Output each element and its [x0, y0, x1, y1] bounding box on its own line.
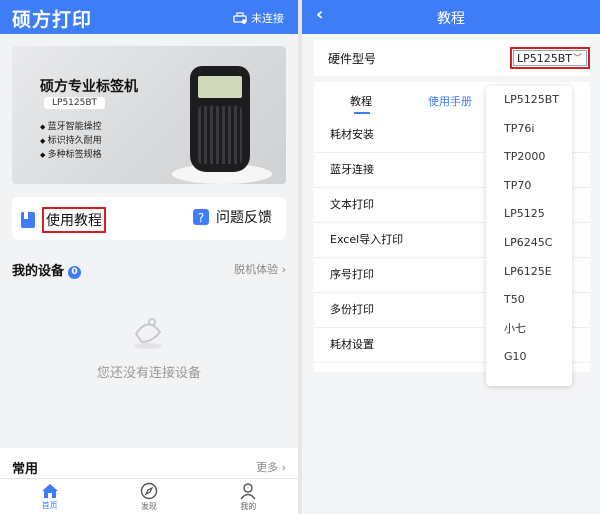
dropdown-option[interactable]: TP2000	[486, 143, 572, 172]
offline-mode-link[interactable]: 脱机体验 ›	[234, 261, 286, 277]
connection-status[interactable]: 未连接	[233, 10, 284, 26]
tutorial-label: 使用教程	[42, 207, 106, 233]
dropdown-option[interactable]: 小七	[486, 315, 572, 344]
hardware-model-value: LP5125BT	[517, 52, 573, 65]
dropdown-option[interactable]: G10	[486, 343, 572, 372]
user-icon	[240, 482, 256, 499]
hardware-model-row: 硬件型号 LP5125BT ﹀	[314, 40, 590, 76]
svg-text:?: ?	[198, 211, 204, 225]
printer-keys	[198, 106, 242, 164]
hardware-model-label: 硬件型号	[328, 52, 377, 66]
feedback-label: 问题反馈	[216, 210, 272, 226]
dropdown-option[interactable]: TP76i	[486, 115, 572, 144]
home-icon	[41, 483, 58, 498]
dropdown-option[interactable]: LP5125BT	[486, 86, 572, 115]
banner-features: 蓝牙智能操控 标识持久耐用 多种标签规格	[40, 120, 102, 162]
label-printer-image	[190, 66, 250, 172]
more-label: 更多	[256, 461, 279, 474]
dropdown-option[interactable]: LP6125E	[486, 258, 572, 287]
feedback-button[interactable]: ? 问题反馈	[192, 207, 272, 227]
tutorial-header: ‹ 教程	[302, 0, 600, 34]
offline-mode-label: 脱机体验	[234, 263, 279, 276]
dropdown-option[interactable]: TP70	[486, 172, 572, 201]
chevron-right-icon: ›	[281, 263, 286, 276]
tab-label: 我的	[240, 501, 257, 511]
empty-devices-text: 您还没有连接设备	[96, 366, 201, 381]
book-icon	[21, 212, 35, 228]
common-title: 常用	[12, 462, 39, 477]
banner-feature: 多种标签规格	[40, 148, 102, 162]
my-devices-header: 我的设备 0 脱机体验 ›	[12, 260, 286, 279]
hardware-model-select[interactable]: LP5125BT ﹀	[510, 47, 590, 69]
common-section: 常用 更多 ›	[0, 448, 298, 478]
tab-label: 首页	[41, 500, 58, 510]
dropdown-option[interactable]: T50	[486, 286, 572, 315]
model-dropdown-menu: LP5125BT TP76i TP2000 TP70 LP5125 LP6245…	[486, 86, 572, 386]
tab-home[interactable]: 首页	[0, 479, 99, 514]
screenshot-composite: 硕方打印 未连接 硕方专业标签机 LP5125BT 蓝牙智能操控 标识持久耐用 …	[0, 0, 600, 514]
tutorial-title: 教程	[437, 11, 465, 27]
product-banner[interactable]: 硕方专业标签机 LP5125BT 蓝牙智能操控 标识持久耐用 多种标签规格	[12, 46, 286, 184]
connection-label: 未连接	[251, 12, 284, 25]
banner-feature: 标识持久耐用	[40, 134, 102, 148]
home-header: 硕方打印 未连接	[0, 0, 298, 34]
compass-icon	[140, 482, 158, 499]
printer-screen	[198, 76, 242, 98]
banner-title: 硕方专业标签机	[40, 79, 138, 95]
active-tab-underline	[354, 112, 370, 114]
empty-device-illustration-icon	[134, 318, 162, 349]
home-screen: 硕方打印 未连接 硕方专业标签机 LP5125BT 蓝牙智能操控 标识持久耐用 …	[0, 0, 298, 514]
tab-discover[interactable]: 发现	[99, 479, 198, 514]
banner-feature: 蓝牙智能操控	[40, 120, 102, 134]
bottom-tab-bar: 首页 发现 我的	[0, 478, 298, 514]
quick-actions-card: 使用教程 ? 问题反馈	[12, 197, 286, 240]
question-icon: ?	[193, 209, 209, 225]
chevron-down-icon: ﹀	[572, 54, 582, 64]
dropdown-option[interactable]: LP6245C	[486, 229, 572, 258]
tab-tutorial[interactable]: 教程	[350, 93, 372, 109]
app-title: 硕方打印	[12, 9, 93, 31]
dropdown-option[interactable]: LP5125	[486, 200, 572, 229]
my-devices-title: 我的设备	[12, 264, 65, 279]
hardware-model-value-box: LP5125BT ﹀	[513, 50, 587, 66]
more-link[interactable]: 更多 ›	[256, 459, 286, 475]
chevron-right-icon: ›	[281, 461, 286, 474]
printer-icon	[233, 12, 247, 24]
tab-manual[interactable]: 使用手册	[428, 93, 472, 109]
common-header: 常用 更多 ›	[12, 458, 286, 477]
tab-label: 发现	[140, 501, 157, 511]
banner-model: LP5125BT	[44, 97, 106, 109]
tutorial-button[interactable]: 使用教程	[20, 207, 106, 233]
device-count-badge: 0	[68, 266, 82, 279]
tab-mine[interactable]: 我的	[199, 479, 298, 514]
